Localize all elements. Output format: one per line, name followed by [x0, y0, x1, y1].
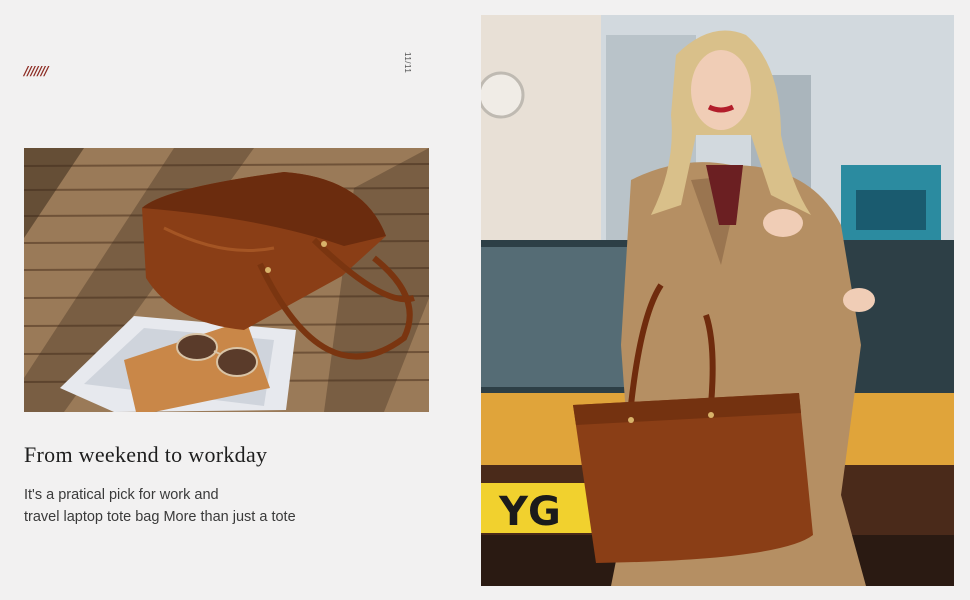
description-line-1: It's a pratical pick for work and	[24, 487, 219, 503]
decorative-slashes: ///////	[24, 64, 49, 78]
page-counter: 11/11	[403, 52, 412, 74]
product-photo-flatlay	[24, 148, 429, 412]
section-heading: From weekend to workday	[24, 442, 268, 467]
description-line-2: travel laptop tote bag More than just a …	[24, 509, 296, 525]
lifestyle-photo-model: YG	[481, 15, 954, 586]
section-description: It's a pratical pick for work and travel…	[24, 484, 354, 528]
license-plate-text: YG	[498, 489, 561, 535]
